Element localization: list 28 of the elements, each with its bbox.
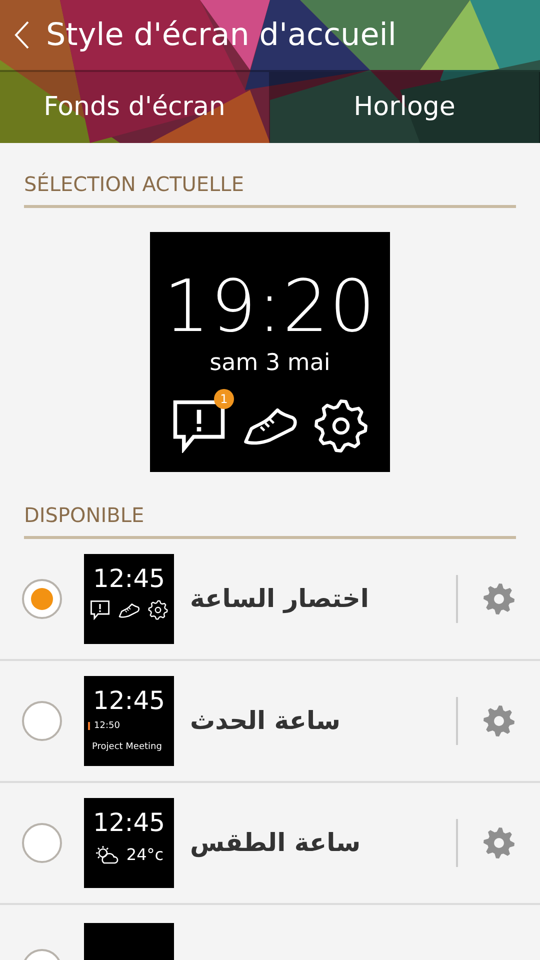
clock-date: sam 3 mai: [210, 349, 330, 378]
radio-button[interactable]: [22, 823, 62, 863]
tab[interactable]: Fonds d'écran: [0, 72, 270, 143]
settings-icon: [314, 398, 368, 452]
temperature: 24°c: [126, 844, 164, 866]
settings-icon: [483, 705, 515, 737]
section-heading: DISPONIBLE: [23, 502, 144, 529]
settings-icon: [483, 827, 515, 859]
settings-icon: [148, 600, 168, 620]
clock-style-name: ساعة الطقس: [190, 827, 361, 860]
clock-style-name: اختصار الساعة: [190, 583, 369, 616]
clock-time: 19:20: [164, 270, 376, 342]
clock-style-name: ساعة الحدث: [190, 705, 340, 738]
event-time: 12:50: [94, 721, 120, 732]
back-icon: [14, 20, 30, 50]
tab[interactable]: Horloge: [270, 72, 540, 143]
thumbnail-time: 12:45: [92, 807, 166, 835]
radio-button[interactable]: [22, 579, 62, 619]
thumbnail-time: 12:45: [92, 563, 166, 591]
settings-icon: [483, 583, 515, 615]
thumbnail-time: 12:45: [92, 685, 166, 713]
event-title: Project Meeting: [92, 742, 162, 752]
notification-count: 1: [214, 388, 234, 408]
section-heading: SÉLECTION ACTUELLE: [23, 171, 244, 198]
radio-button[interactable]: [22, 701, 62, 741]
screen-title: Style d'écran d'accueil: [46, 16, 397, 55]
alert-bubble-icon: [90, 600, 110, 620]
event-marker-icon: [88, 722, 90, 730]
